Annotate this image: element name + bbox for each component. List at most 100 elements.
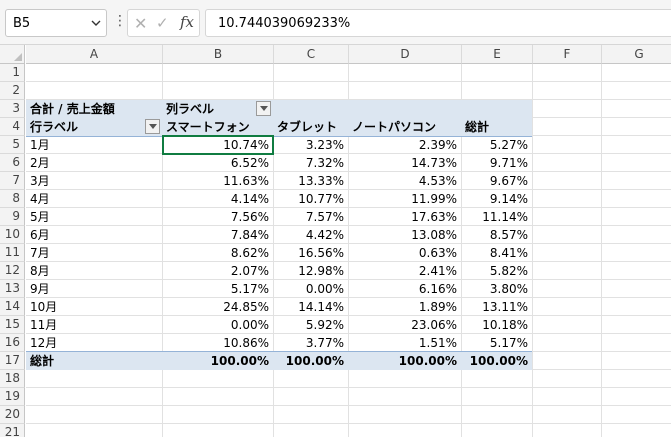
pivot-value-cell[interactable]: 7.32% bbox=[274, 154, 348, 172]
row-header-3[interactable]: 3 bbox=[0, 100, 25, 118]
pivot-value-cell[interactable]: 0.63% bbox=[349, 244, 461, 262]
column-header-f[interactable]: F bbox=[533, 45, 602, 64]
pivot-row-label[interactable]: 5月 bbox=[27, 208, 162, 226]
pivot-value-cell[interactable]: 17.63% bbox=[349, 208, 461, 226]
pivot-value-cell[interactable]: 14.14% bbox=[274, 298, 348, 316]
name-box[interactable]: B5 bbox=[5, 9, 107, 37]
row-header-19[interactable]: 19 bbox=[0, 388, 25, 406]
pivot-value-cell[interactable]: 2.41% bbox=[349, 262, 461, 280]
pivot-value-cell[interactable]: 4.14% bbox=[163, 190, 273, 208]
pivot-row-label[interactable]: 8月 bbox=[27, 262, 162, 280]
row-header-17[interactable]: 17 bbox=[0, 352, 25, 370]
pivot-value-cell[interactable]: 9.67% bbox=[462, 172, 532, 190]
pivot-value-cell[interactable]: 10.74% bbox=[163, 136, 273, 154]
pivot-row-label[interactable]: 12月 bbox=[27, 334, 162, 352]
column-header-g[interactable]: G bbox=[602, 45, 671, 64]
pivot-value-cell[interactable]: 5.92% bbox=[274, 316, 348, 334]
column-header-c[interactable]: C bbox=[274, 45, 349, 64]
row-header-14[interactable]: 14 bbox=[0, 298, 25, 316]
pivot-total-tablet[interactable]: 100.00% bbox=[274, 352, 348, 370]
pivot-value-cell[interactable]: 9.71% bbox=[462, 154, 532, 172]
pivot-value-cell[interactable]: 10.18% bbox=[462, 316, 532, 334]
select-all-button[interactable] bbox=[0, 45, 25, 64]
pivot-value-cell[interactable]: 2.39% bbox=[349, 136, 461, 154]
pivot-row-label[interactable]: 7月 bbox=[27, 244, 162, 262]
column-header-d[interactable]: D bbox=[349, 45, 462, 64]
pivot-row-label[interactable]: 2月 bbox=[27, 154, 162, 172]
row-header-6[interactable]: 6 bbox=[0, 154, 25, 172]
row-header-2[interactable]: 2 bbox=[0, 82, 25, 100]
pivot-value-cell[interactable]: 8.62% bbox=[163, 244, 273, 262]
pivot-value-cell[interactable]: 5.17% bbox=[462, 334, 532, 352]
pivot-value-cell[interactable]: 0.00% bbox=[274, 280, 348, 298]
pivot-value-cell[interactable]: 0.00% bbox=[163, 316, 273, 334]
pivot-value-cell[interactable]: 6.16% bbox=[349, 280, 461, 298]
pivot-value-cell[interactable]: 11.63% bbox=[163, 172, 273, 190]
formula-input[interactable]: 10.744039069233% bbox=[205, 9, 671, 37]
insert-function-icon[interactable]: fx bbox=[180, 13, 194, 31]
row-header-8[interactable]: 8 bbox=[0, 190, 25, 208]
row-header-16[interactable]: 16 bbox=[0, 334, 25, 352]
pivot-value-cell[interactable]: 3.23% bbox=[274, 136, 348, 154]
pivot-value-cell[interactable]: 5.17% bbox=[163, 280, 273, 298]
more-options-icon[interactable]: ⋮ bbox=[113, 13, 127, 29]
pivot-row-label[interactable]: 10月 bbox=[27, 298, 162, 316]
pivot-value-cell[interactable]: 6.52% bbox=[163, 154, 273, 172]
pivot-row-label[interactable]: 4月 bbox=[27, 190, 162, 208]
pivot-value-cell[interactable]: 2.07% bbox=[163, 262, 273, 280]
row-header-11[interactable]: 11 bbox=[0, 244, 25, 262]
row-filter-dropdown[interactable] bbox=[145, 119, 160, 134]
pivot-total-laptop[interactable]: 100.00% bbox=[349, 352, 461, 370]
row-header-5[interactable]: 5 bbox=[0, 136, 25, 154]
pivot-value-cell[interactable]: 24.85% bbox=[163, 298, 273, 316]
pivot-value-cell[interactable]: 7.56% bbox=[163, 208, 273, 226]
row-header-13[interactable]: 13 bbox=[0, 280, 25, 298]
pivot-value-cell[interactable]: 13.08% bbox=[349, 226, 461, 244]
pivot-row-label[interactable]: 3月 bbox=[27, 172, 162, 190]
row-header-4[interactable]: 4 bbox=[0, 118, 25, 136]
pivot-value-cell[interactable]: 8.41% bbox=[462, 244, 532, 262]
pivot-row-label[interactable]: 9月 bbox=[27, 280, 162, 298]
row-header-21[interactable]: 21 bbox=[0, 424, 25, 437]
row-header-20[interactable]: 20 bbox=[0, 406, 25, 424]
row-header-15[interactable]: 15 bbox=[0, 316, 25, 334]
pivot-value-cell[interactable]: 4.53% bbox=[349, 172, 461, 190]
pivot-value-cell[interactable]: 11.14% bbox=[462, 208, 532, 226]
pivot-value-cell[interactable]: 8.57% bbox=[462, 226, 532, 244]
cancel-icon[interactable]: ✕ bbox=[134, 14, 147, 33]
row-header-10[interactable]: 10 bbox=[0, 226, 25, 244]
column-header-e[interactable]: E bbox=[462, 45, 533, 64]
pivot-total-smartphone[interactable]: 100.00% bbox=[163, 352, 273, 370]
row-header-18[interactable]: 18 bbox=[0, 370, 25, 388]
pivot-value-cell[interactable]: 1.51% bbox=[349, 334, 461, 352]
row-header-1[interactable]: 1 bbox=[0, 64, 25, 82]
pivot-value-cell[interactable]: 3.80% bbox=[462, 280, 532, 298]
row-header-9[interactable]: 9 bbox=[0, 208, 25, 226]
pivot-value-cell[interactable]: 13.11% bbox=[462, 298, 532, 316]
pivot-value-cell[interactable]: 12.98% bbox=[274, 262, 348, 280]
pivot-row-label[interactable]: 1月 bbox=[27, 136, 162, 154]
pivot-value-cell[interactable]: 1.89% bbox=[349, 298, 461, 316]
enter-icon[interactable]: ✓ bbox=[156, 14, 169, 32]
pivot-row-label[interactable]: 11月 bbox=[27, 316, 162, 334]
pivot-value-cell[interactable]: 9.14% bbox=[462, 190, 532, 208]
pivot-value-cell[interactable]: 5.27% bbox=[462, 136, 532, 154]
pivot-value-cell[interactable]: 23.06% bbox=[349, 316, 461, 334]
pivot-value-cell[interactable]: 4.42% bbox=[274, 226, 348, 244]
pivot-value-cell[interactable]: 14.73% bbox=[349, 154, 461, 172]
pivot-value-cell[interactable]: 3.77% bbox=[274, 334, 348, 352]
pivot-value-cell[interactable]: 11.99% bbox=[349, 190, 461, 208]
row-header-7[interactable]: 7 bbox=[0, 172, 25, 190]
pivot-value-cell[interactable]: 13.33% bbox=[274, 172, 348, 190]
pivot-value-cell[interactable]: 10.86% bbox=[163, 334, 273, 352]
column-filter-dropdown[interactable] bbox=[256, 101, 271, 116]
pivot-row-label[interactable]: 6月 bbox=[27, 226, 162, 244]
column-header-a[interactable]: A bbox=[26, 45, 163, 64]
column-header-b[interactable]: B bbox=[163, 45, 274, 64]
pivot-total-grand[interactable]: 100.00% bbox=[462, 352, 532, 370]
row-header-12[interactable]: 12 bbox=[0, 262, 25, 280]
pivot-value-cell[interactable]: 10.77% bbox=[274, 190, 348, 208]
pivot-value-cell[interactable]: 7.84% bbox=[163, 226, 273, 244]
pivot-value-cell[interactable]: 16.56% bbox=[274, 244, 348, 262]
pivot-value-cell[interactable]: 5.82% bbox=[462, 262, 532, 280]
